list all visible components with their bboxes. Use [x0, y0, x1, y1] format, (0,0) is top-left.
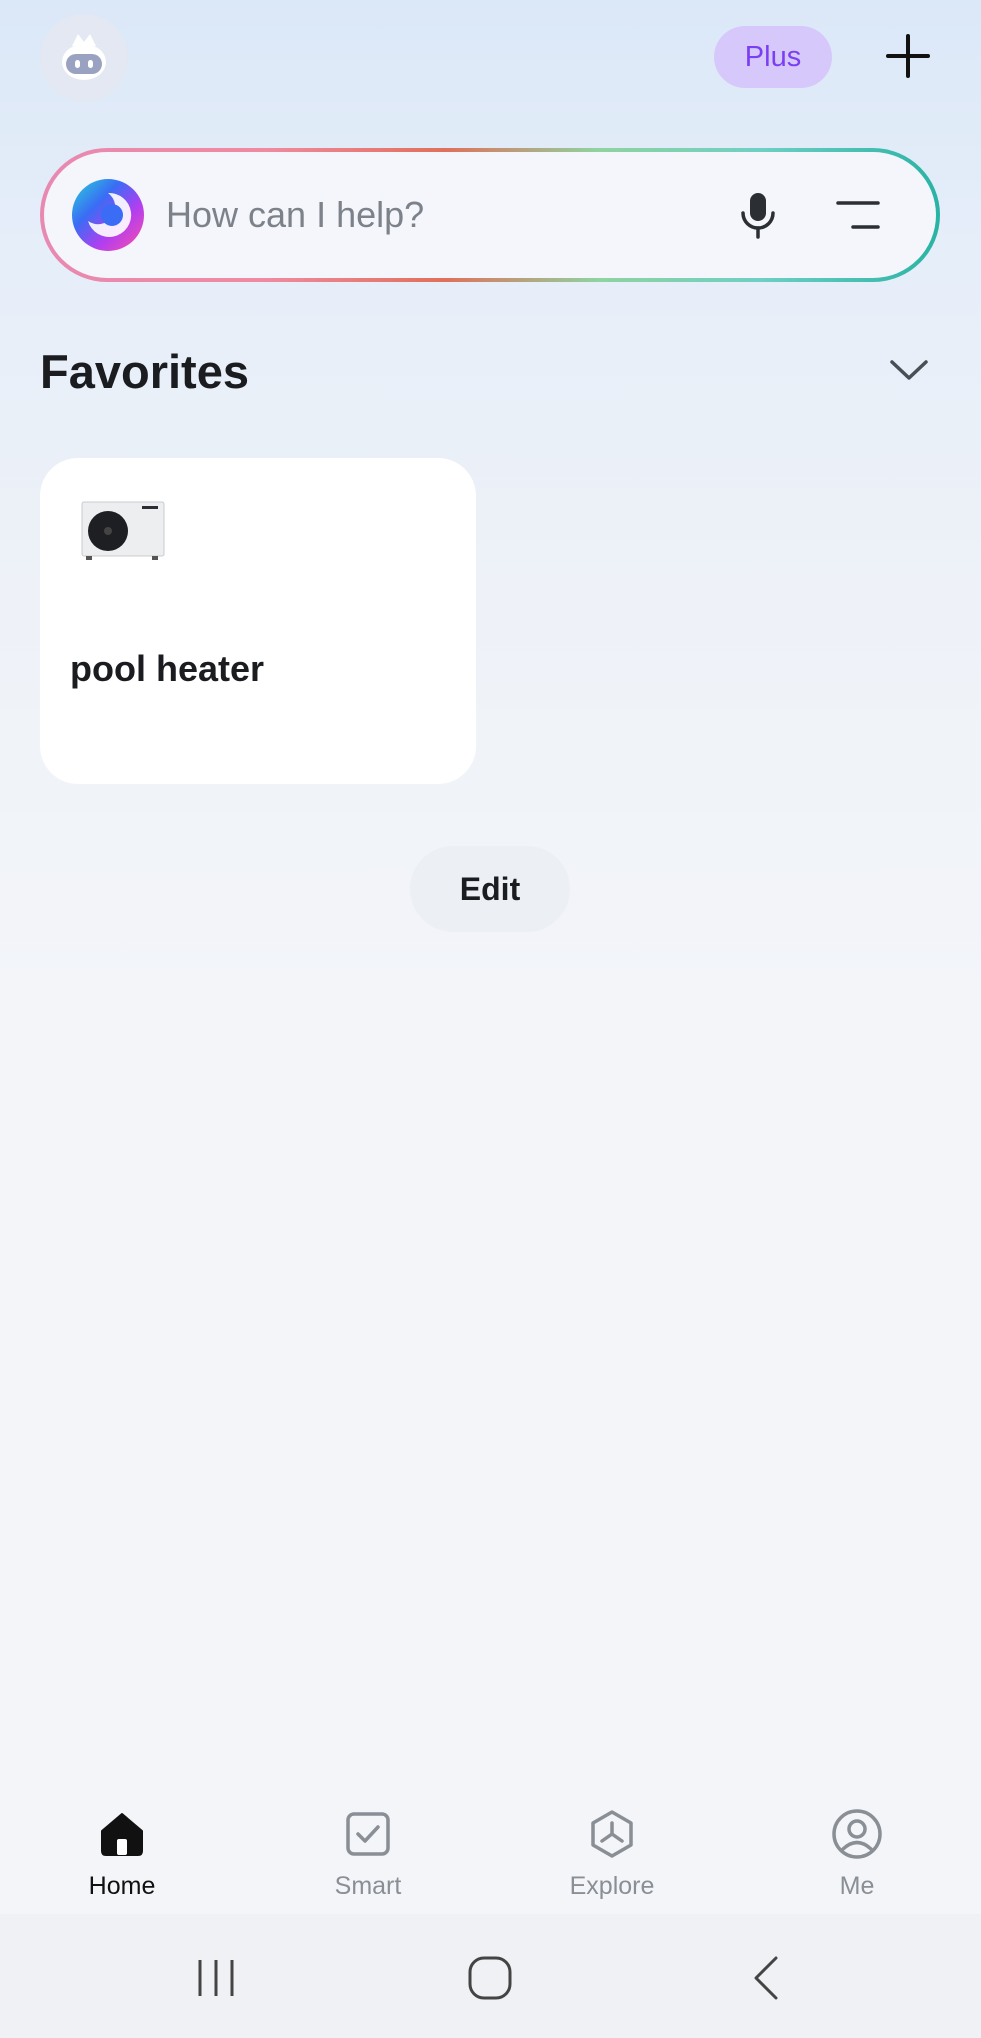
- system-back-button[interactable]: [736, 1948, 796, 2008]
- bottom-tab-bar: Home Smart Explore Me: [0, 1786, 981, 1914]
- plus-badge[interactable]: Plus: [714, 26, 832, 88]
- tab-label-me: Me: [839, 1872, 875, 1900]
- explore-hexagon-icon: [584, 1806, 640, 1862]
- recent-apps-icon: [198, 1960, 234, 1996]
- home-circle-icon: [468, 1956, 512, 2000]
- home-icon: [94, 1806, 150, 1862]
- favorites-title: Favorites: [40, 345, 249, 398]
- device-card[interactable]: pool heater: [40, 458, 476, 784]
- system-home-button[interactable]: [460, 1948, 520, 2008]
- menu-lines-icon: [836, 201, 880, 229]
- search-placeholder[interactable]: How can I help?: [166, 152, 424, 278]
- tab-home[interactable]: Home: [52, 1786, 192, 1914]
- robot-avatar-icon: [62, 34, 106, 80]
- tab-explore[interactable]: Explore: [542, 1786, 682, 1914]
- search-field[interactable]: How can I help?: [44, 152, 936, 278]
- recent-apps-button[interactable]: [186, 1948, 246, 2008]
- microphone-icon: [741, 193, 775, 239]
- add-device-button[interactable]: [880, 28, 936, 84]
- tab-label-home: Home: [88, 1872, 156, 1900]
- edit-favorites-button[interactable]: Edit: [410, 846, 570, 932]
- plus-icon: [886, 34, 930, 78]
- checkbox-icon: [340, 1806, 396, 1862]
- favorites-toggle[interactable]: [884, 350, 934, 390]
- profile-icon: [829, 1806, 885, 1862]
- tab-label-smart: Smart: [334, 1872, 402, 1900]
- avatar[interactable]: [40, 14, 128, 102]
- back-icon: [754, 1956, 778, 2000]
- tab-label-explore: Explore: [569, 1872, 655, 1900]
- assistant-search-bar[interactable]: How can I help?: [40, 148, 940, 282]
- chevron-down-icon: [890, 360, 928, 380]
- tab-me[interactable]: Me: [787, 1786, 927, 1914]
- top-bar: Plus: [0, 0, 981, 120]
- device-name: pool heater: [70, 648, 265, 689]
- tab-smart[interactable]: Smart: [298, 1786, 438, 1914]
- ai-assistant-logo[interactable]: [70, 177, 146, 253]
- heat-pump-unit-image: [80, 498, 166, 562]
- system-navigation-bar: [0, 1914, 981, 2038]
- assistant-menu-button[interactable]: [828, 185, 888, 245]
- voice-input-button[interactable]: [728, 185, 788, 245]
